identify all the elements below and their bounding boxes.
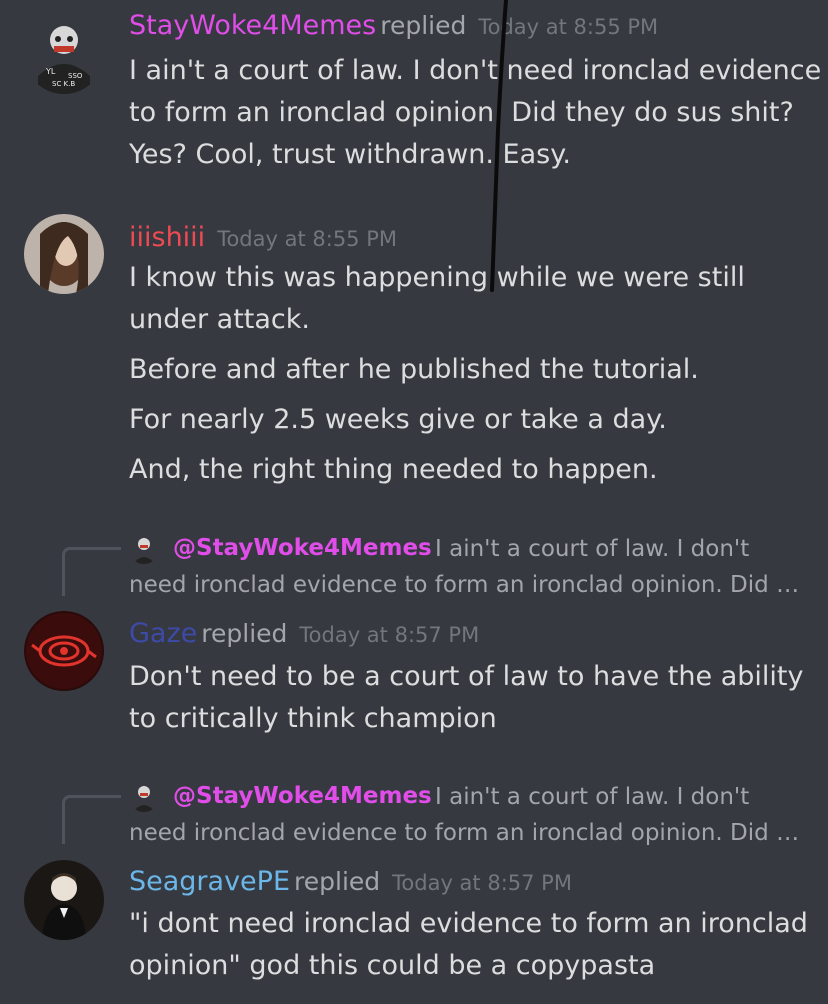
- replied-label: replied: [380, 11, 467, 40]
- timestamp: Today at 8:55 PM: [217, 227, 398, 251]
- svg-text:YL: YL: [45, 67, 56, 76]
- message-line: I know this was happening while we were …: [129, 262, 745, 293]
- username[interactable]: Gaze: [129, 618, 197, 649]
- svg-text:SSO: SSO: [68, 72, 83, 80]
- user-avatar[interactable]: [24, 860, 104, 940]
- message-header: Gaze replied Today at 8:57 PM: [129, 618, 479, 649]
- user-avatar[interactable]: [24, 214, 104, 294]
- message-line: under attack.: [129, 304, 310, 335]
- svg-text:SC K.B: SC K.B: [52, 80, 75, 88]
- message-line: opinion" god this could be a copypasta: [129, 950, 656, 981]
- message-line: Yes? Cool, trust withdrawn. Easy.: [129, 139, 571, 170]
- reply-mention[interactable]: @StayWoke4Memes: [173, 535, 432, 561]
- timestamp: Today at 8:55 PM: [478, 15, 659, 39]
- username[interactable]: SeagravePE: [129, 866, 290, 897]
- reply-avatar[interactable]: [129, 782, 159, 812]
- message-line: And, the right thing needed to happen.: [129, 454, 658, 485]
- reply-mention[interactable]: @StayWoke4Memes: [173, 783, 432, 809]
- avatar-image: [129, 782, 159, 812]
- avatar-image: [24, 214, 104, 294]
- username[interactable]: StayWoke4Memes: [129, 10, 376, 41]
- message-header: StayWoke4Memes replied Today at 8:55 PM: [129, 10, 658, 41]
- message-line: to form an ironclad opinion. Did they do…: [129, 97, 794, 128]
- message-line: Before and after he published the tutori…: [129, 354, 699, 385]
- avatar-image: [129, 534, 159, 564]
- reply-connector: [62, 795, 121, 844]
- username[interactable]: iiishiii: [129, 222, 205, 253]
- timestamp: Today at 8:57 PM: [392, 871, 572, 895]
- replied-label: replied: [294, 867, 381, 896]
- avatar-image: [24, 860, 104, 940]
- reply-preview-text[interactable]: need ironclad evidence to form an ironcl…: [129, 815, 799, 851]
- replied-label: replied: [201, 619, 288, 648]
- reply-preview-text[interactable]: I ain't a court of law. I don't: [435, 531, 749, 567]
- timestamp: Today at 8:57 PM: [299, 623, 480, 647]
- message-header: iiishiii Today at 8:55 PM: [129, 222, 397, 253]
- message-header: SeagravePE replied Today at 8:57 PM: [129, 866, 572, 897]
- message-line: to critically think champion: [129, 703, 497, 734]
- reply-preview-text[interactable]: I ain't a court of law. I don't: [435, 779, 749, 815]
- avatar-image: YL SSO SC K.B: [24, 14, 104, 94]
- user-avatar[interactable]: YL SSO SC K.B: [24, 14, 104, 94]
- message-line: "i dont need ironclad evidence to form a…: [129, 908, 808, 939]
- reply-preview-text[interactable]: need ironclad evidence to form an ironcl…: [129, 567, 799, 603]
- message-line: I ain't a court of law. I don't need iro…: [129, 55, 822, 86]
- message-line: For nearly 2.5 weeks give or take a day.: [129, 404, 667, 435]
- reply-connector: [62, 547, 121, 596]
- chat-message-list: YL SSO SC K.B StayWoke4Memes replied Today…: [0, 0, 828, 1004]
- message-line: Don't need to be a court of law to have …: [129, 661, 804, 692]
- avatar-image: [24, 611, 104, 691]
- reply-avatar[interactable]: [129, 534, 159, 564]
- user-avatar[interactable]: [24, 611, 104, 691]
